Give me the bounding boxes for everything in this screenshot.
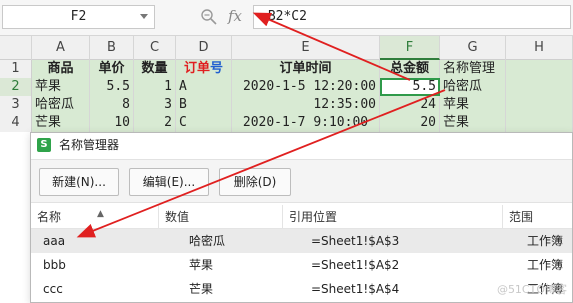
delete-button[interactable]: 删除(D) xyxy=(219,168,291,196)
cell[interactable]: 芒果 xyxy=(32,114,90,132)
sheet-row: 2 苹果 5.5 1 A 2020-1-5 12:20:00 5.5 哈密瓜 xyxy=(0,78,573,96)
names-list-header: 名称 ▲ 数值 引用位置 范围 xyxy=(31,205,572,229)
edit-button[interactable]: 编辑(E)... xyxy=(129,168,209,196)
row-number[interactable]: 2 xyxy=(0,78,32,96)
cell[interactable]: 20 xyxy=(380,114,440,132)
column-header-scope[interactable]: 范围 xyxy=(503,205,573,229)
column-header-name[interactable]: 名称 ▲ xyxy=(31,205,159,229)
value-cell: 芒果 xyxy=(189,282,214,296)
name-box[interactable]: F2 xyxy=(2,5,155,29)
name-cell: aaa xyxy=(43,234,66,248)
formula-bar: F2 fx =B2*C2 xyxy=(0,0,573,36)
cell[interactable] xyxy=(506,114,573,132)
refers-to-cell: =Sheet1!$A$3 xyxy=(311,234,400,248)
cell[interactable]: 2 xyxy=(134,114,176,132)
sort-ascending-icon: ▲ xyxy=(97,209,104,219)
scope-cell: 工作簿 xyxy=(527,234,564,248)
cell[interactable]: 苹果 xyxy=(32,78,90,96)
cell[interactable] xyxy=(506,60,573,78)
dialog-toolbar: 新建(N)... 编辑(E)... 删除(D) xyxy=(31,159,572,203)
value-cell: 苹果 xyxy=(189,258,214,272)
col-header-d[interactable]: D xyxy=(176,36,232,60)
cell[interactable]: 哈密瓜 xyxy=(32,96,90,114)
zoom-icon[interactable] xyxy=(200,8,218,26)
cell[interactable]: 12:35:00 xyxy=(232,96,380,114)
cell[interactable] xyxy=(506,78,573,96)
cell[interactable]: 10 xyxy=(90,114,134,132)
column-header-refers-to[interactable]: 引用位置 xyxy=(283,205,503,229)
value-cell: 哈密瓜 xyxy=(189,234,226,248)
list-item[interactable]: aaa 哈密瓜 =Sheet1!$A$3 工作簿 xyxy=(31,229,572,253)
dialog-title-bar[interactable]: S 名称管理器 xyxy=(31,133,572,157)
cell[interactable]: 总金额 xyxy=(380,60,440,78)
cell[interactable]: 8 xyxy=(90,96,134,114)
header-part: 订单 xyxy=(183,61,210,76)
cell[interactable]: A xyxy=(176,78,232,96)
cell[interactable]: 哈密瓜 xyxy=(440,78,506,96)
sheet-row: 1 商品 单价 数量 订单号 订单时间 总金额 名称管理 xyxy=(0,60,573,78)
column-header-row: A B C D E F G H xyxy=(0,36,573,60)
row-number[interactable]: 1 xyxy=(0,60,32,78)
new-button[interactable]: 新建(N)... xyxy=(39,168,119,196)
header-part: 号 xyxy=(210,61,224,76)
sheet-row: 3 哈密瓜 8 3 B 12:35:00 24 苹果 xyxy=(0,96,573,114)
cell[interactable]: 24 xyxy=(380,96,440,114)
col-header-g[interactable]: G xyxy=(440,36,506,60)
row-number[interactable]: 3 xyxy=(0,96,32,114)
name-cell: bbb xyxy=(43,258,66,272)
cell[interactable]: 订单号 xyxy=(176,60,232,78)
list-item[interactable]: ccc 芒果 =Sheet1!$A$4 工作簿 xyxy=(31,277,572,301)
chevron-down-icon[interactable] xyxy=(140,14,148,19)
cell[interactable]: 2020-1-7 9:10:00 xyxy=(232,114,380,132)
cell[interactable]: 名称管理 xyxy=(440,60,506,78)
list-item[interactable]: bbb 苹果 =Sheet1!$A$2 工作簿 xyxy=(31,253,572,277)
watermark: @51CTO博客 xyxy=(496,283,567,296)
cell[interactable]: 5.5 xyxy=(90,78,134,96)
cell[interactable]: 数量 xyxy=(134,60,176,78)
select-all-corner[interactable] xyxy=(0,36,32,60)
col-header-c[interactable]: C xyxy=(134,36,176,60)
cell[interactable]: 商品 xyxy=(32,60,90,78)
cell[interactable] xyxy=(506,96,573,114)
name-manager-dialog: S 名称管理器 新建(N)... 编辑(E)... 删除(D) 名称 ▲ 数值 … xyxy=(30,132,573,303)
selected-cell[interactable]: 5.5 xyxy=(380,78,440,96)
name-cell: ccc xyxy=(43,282,63,296)
formula-input[interactable]: =B2*C2 xyxy=(253,5,571,29)
wps-app-icon: S xyxy=(37,138,51,152)
scope-cell: 工作簿 xyxy=(527,258,564,272)
cell[interactable]: B xyxy=(176,96,232,114)
refers-to-cell: =Sheet1!$A$4 xyxy=(311,282,400,296)
col-header-e[interactable]: E xyxy=(232,36,380,60)
col-header-a[interactable]: A xyxy=(32,36,90,60)
cell[interactable]: 1 xyxy=(134,78,176,96)
cell[interactable]: 3 xyxy=(134,96,176,114)
cell[interactable]: 苹果 xyxy=(440,96,506,114)
row-number[interactable]: 4 xyxy=(0,114,32,132)
col-header-b[interactable]: B xyxy=(90,36,134,60)
refers-to-cell: =Sheet1!$A$2 xyxy=(311,258,400,272)
sheet-row: 4 芒果 10 2 C 2020-1-7 9:10:00 20 芒果 xyxy=(0,114,573,132)
fx-icon[interactable]: fx xyxy=(228,7,242,25)
col-header-h[interactable]: H xyxy=(506,36,573,60)
column-header-value[interactable]: 数值 xyxy=(159,205,283,229)
cell[interactable]: 订单时间 xyxy=(232,60,380,78)
dialog-title: 名称管理器 xyxy=(59,138,120,152)
cell[interactable]: C xyxy=(176,114,232,132)
spreadsheet-grid: A B C D E F G H 1 商品 单价 数量 订单号 订单时间 总金额 … xyxy=(0,36,573,132)
col-header-f[interactable]: F xyxy=(380,36,440,60)
cell[interactable]: 单价 xyxy=(90,60,134,78)
cell[interactable]: 芒果 xyxy=(440,114,506,132)
cell[interactable]: 2020-1-5 12:20:00 xyxy=(232,78,380,96)
column-label: 名称 xyxy=(37,210,62,224)
